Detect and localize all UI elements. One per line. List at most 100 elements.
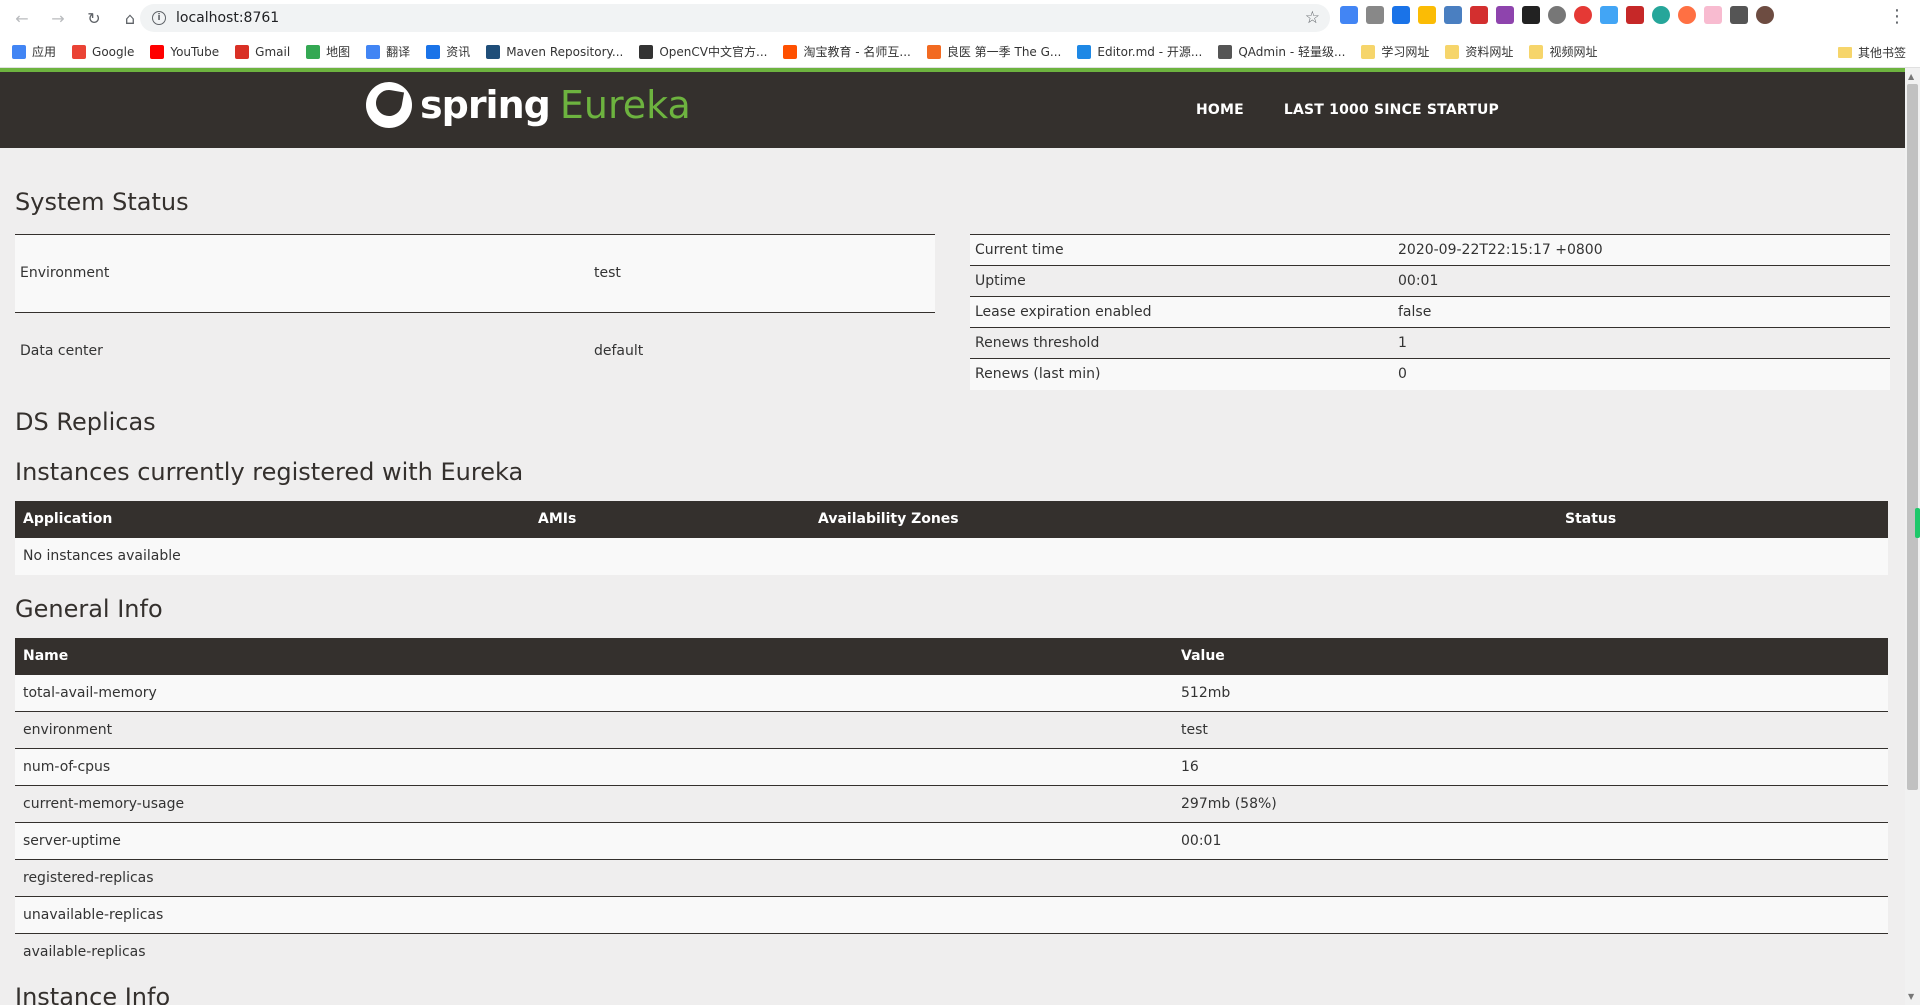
info-value-cell: 297mb (58%) xyxy=(1173,785,1888,823)
bookmark-item[interactable]: Maven Repository... xyxy=(486,44,624,59)
bookmark-item[interactable]: Gmail xyxy=(235,44,291,59)
site-info-icon[interactable]: i xyxy=(152,11,166,25)
bookmark-favicon-icon xyxy=(1077,44,1092,59)
bookmark-item[interactable]: 资料网址 xyxy=(1445,43,1513,60)
adblock-extension-icon[interactable] xyxy=(1574,6,1592,24)
row-value: 00:01 xyxy=(1393,265,1890,297)
column-header-amis: AMIs xyxy=(530,500,810,538)
info-value-cell xyxy=(1173,859,1888,897)
table-row: num-of-cpus 16 xyxy=(15,748,1888,786)
bookmark-item[interactable]: 资讯 xyxy=(426,43,470,60)
bookmark-star-icon[interactable]: ☆ xyxy=(1305,8,1320,28)
page-scrollbar[interactable]: ▲ ▼ xyxy=(1905,68,1920,1005)
bookmark-favicon-icon xyxy=(12,44,26,59)
bird-extension-icon[interactable] xyxy=(1600,6,1618,24)
reload-icon[interactable]: ↻ xyxy=(80,4,108,32)
bookmark-item[interactable]: OpenCV中文官方... xyxy=(639,43,767,60)
address-bar[interactable]: i localhost:8761 ☆ xyxy=(140,4,1330,32)
bookmark-label: Google xyxy=(92,44,135,59)
bookmark-item[interactable]: 地图 xyxy=(306,43,350,60)
info-name-cell: num-of-cpus xyxy=(15,748,1173,786)
globe-extension-icon[interactable] xyxy=(1652,6,1670,24)
bookmark-item[interactable]: QAdmin - 轻量级... xyxy=(1218,43,1345,60)
forward-arrow-icon[interactable]: → xyxy=(44,4,72,32)
table-row: No instances available xyxy=(15,537,1888,575)
puzzle-extension-icon[interactable] xyxy=(1496,6,1514,24)
bookmark-item[interactable]: Editor.md - 开源... xyxy=(1077,43,1202,60)
column-header-value: Value xyxy=(1173,637,1888,675)
general-info-header-row: Name Value xyxy=(15,637,1888,675)
bookmark-item[interactable]: 淘宝教育 - 名师互... xyxy=(783,43,911,60)
bookmark-label: 视频网址 xyxy=(1549,45,1598,59)
logo-eureka-text: Eureka xyxy=(559,83,691,127)
info-name-cell: server-uptime xyxy=(15,822,1173,860)
graduation-extension-icon[interactable] xyxy=(1392,6,1410,24)
circle-extension-icon[interactable] xyxy=(1548,6,1566,24)
nav-last-1000-link[interactable]: LAST 1000 SINCE STARTUP xyxy=(1284,102,1499,118)
video-extension-icon[interactable] xyxy=(1626,6,1644,24)
scrollbar-thumb[interactable] xyxy=(1907,84,1918,790)
table-row: Lease expiration enabled false xyxy=(970,296,1890,328)
table-row: unavailable-replicas xyxy=(15,896,1888,934)
browser-menu-icon[interactable]: ⋮ xyxy=(1888,6,1906,27)
book-extension-icon[interactable] xyxy=(1470,6,1488,24)
flower-extension-icon[interactable] xyxy=(1704,6,1722,24)
bookmark-label: Maven Repository... xyxy=(506,44,624,59)
spring-eureka-logo[interactable]: spring Eureka xyxy=(366,82,691,128)
url-text[interactable]: localhost:8761 xyxy=(176,10,279,26)
bookmark-item[interactable]: Google xyxy=(72,44,135,59)
info-value-cell: 00:01 xyxy=(1173,822,1888,860)
row-key: Renews (last min) xyxy=(970,358,1393,390)
back-arrow-icon[interactable]: ← xyxy=(8,4,36,32)
bookmark-label: YouTube xyxy=(170,44,220,59)
apps-extension-icon[interactable] xyxy=(1418,6,1436,24)
profile-avatar-icon[interactable] xyxy=(1756,6,1774,24)
extensions-puzzle-icon[interactable] xyxy=(1730,6,1748,24)
bookmark-item[interactable]: 视频网址 xyxy=(1529,43,1597,60)
bookmark-label: 应用 xyxy=(32,45,57,59)
bookmark-item[interactable]: 应用 xyxy=(12,43,56,60)
table-row: Renews (last min) 0 xyxy=(970,358,1890,390)
bookmark-favicon-icon xyxy=(926,44,941,59)
bookmark-item[interactable]: YouTube xyxy=(150,44,220,59)
instances-header-row: Application AMIs Availability Zones Stat… xyxy=(15,500,1888,538)
bookmark-item[interactable]: 学习网址 xyxy=(1361,43,1429,60)
general-info-table: Name Value total-avail-memory 512mb enviro… xyxy=(15,637,1888,971)
scroll-down-arrow-icon[interactable]: ▼ xyxy=(1908,992,1914,1001)
bookmark-label: 地图 xyxy=(326,45,351,59)
bookmark-label: 良医 第一季 The G... xyxy=(946,45,1062,59)
row-value: 0 xyxy=(1393,358,1890,390)
camera-extension-icon[interactable] xyxy=(1444,6,1462,24)
scroll-up-arrow-icon[interactable]: ▲ xyxy=(1908,72,1914,81)
translate-extension-icon[interactable] xyxy=(1340,6,1358,24)
row-key: Current time xyxy=(970,234,1393,266)
eureka-page: spring Eureka HOME LAST 1000 SINCE START… xyxy=(0,68,1905,1005)
bookmark-label: QAdmin - 轻量级... xyxy=(1238,45,1346,59)
bookmark-favicon-icon xyxy=(639,44,654,59)
bookmark-label: OpenCV中文官方... xyxy=(659,45,768,59)
info-name-cell: available-replicas xyxy=(15,933,1173,971)
row-key: Data center xyxy=(15,311,589,390)
bookmarks-bar: 应用 Google YouTube Gmail 地图 翻译 资讯 Maven Reposito… xyxy=(0,36,1920,68)
table-row: total-avail-memory 512mb xyxy=(15,674,1888,712)
mail-extension-icon[interactable] xyxy=(1366,6,1384,24)
gamepad-extension-icon[interactable] xyxy=(1522,6,1540,24)
table-row: environment test xyxy=(15,711,1888,749)
bookmark-favicon-icon xyxy=(72,44,87,59)
bookmark-label: 淘宝教育 - 名师互... xyxy=(803,45,911,59)
bookmark-favicon-icon xyxy=(1361,44,1376,59)
bookmark-label: Gmail xyxy=(255,44,291,59)
no-instances-text: No instances available xyxy=(15,537,1888,575)
table-row: current-memory-usage 297mb (58%) xyxy=(15,785,1888,823)
row-key: Renews threshold xyxy=(970,327,1393,359)
x-extension-icon[interactable] xyxy=(1678,6,1696,24)
nav-home-link[interactable]: HOME xyxy=(1196,102,1244,118)
bookmark-item[interactable]: 翻译 xyxy=(366,43,410,60)
column-header-name: Name xyxy=(15,637,1173,675)
other-bookmarks-folder[interactable]: 其他书签 xyxy=(1837,44,1906,61)
info-name-cell: unavailable-replicas xyxy=(15,896,1173,934)
table-row: Environment test xyxy=(15,234,935,312)
row-key: Lease expiration enabled xyxy=(970,296,1393,328)
bookmark-item[interactable]: 良医 第一季 The G... xyxy=(926,43,1062,60)
row-value: false xyxy=(1393,296,1890,328)
